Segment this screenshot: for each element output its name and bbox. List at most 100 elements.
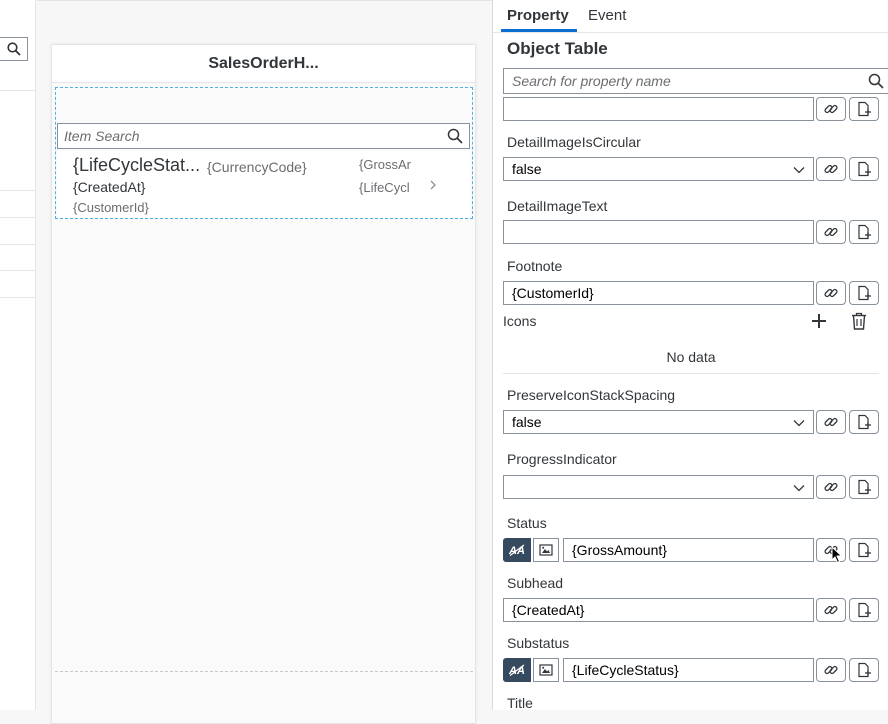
bind-button[interactable] bbox=[816, 97, 846, 121]
add-document-icon bbox=[858, 602, 871, 618]
preserve-icon-stack-spacing-label: PreserveIconStackSpacing bbox=[507, 387, 676, 403]
divider bbox=[55, 671, 473, 672]
substatus-input[interactable]: {LifeCycleStatus} bbox=[563, 658, 814, 682]
add-rule-button[interactable] bbox=[849, 281, 879, 305]
add-rule-button[interactable] bbox=[849, 97, 879, 121]
divider bbox=[0, 90, 36, 91]
detail-image-is-circular-select[interactable]: false bbox=[503, 157, 814, 181]
add-rule-button[interactable] bbox=[849, 658, 879, 682]
phone-preview: SalesOrderH... Item Search {LifeCycleSta… bbox=[51, 44, 476, 724]
add-rule-button[interactable] bbox=[849, 157, 879, 181]
add-rule-button[interactable] bbox=[849, 410, 879, 434]
substatus-label: Substatus bbox=[507, 635, 570, 651]
delete-icon[interactable] bbox=[850, 311, 868, 331]
add-rule-button[interactable] bbox=[849, 538, 879, 562]
icons-no-data: No data bbox=[503, 340, 879, 374]
link-icon bbox=[824, 227, 838, 237]
top-field[interactable] bbox=[503, 97, 814, 121]
search-icon bbox=[868, 73, 884, 89]
detail-image-is-circular-value: false bbox=[512, 161, 542, 177]
text-format-icon: AA bbox=[508, 544, 525, 557]
detail-image-text-label: DetailImageText bbox=[507, 198, 608, 214]
link-icon bbox=[824, 417, 838, 427]
image-icon bbox=[539, 664, 553, 676]
search-icon bbox=[447, 128, 463, 144]
mouse-cursor-icon bbox=[831, 546, 843, 564]
tab-event[interactable]: Event bbox=[588, 7, 626, 24]
detail-image-text-input[interactable] bbox=[503, 220, 814, 244]
left-panel bbox=[0, 0, 36, 710]
image-format-button[interactable] bbox=[533, 658, 559, 682]
text-format-button[interactable]: AA bbox=[503, 658, 531, 682]
bind-button[interactable] bbox=[816, 475, 846, 499]
text-format-icon: AA bbox=[508, 664, 525, 677]
image-format-button[interactable] bbox=[533, 538, 559, 562]
item-subhead: {CreatedAt} bbox=[73, 179, 146, 195]
add-document-icon bbox=[858, 662, 871, 678]
item-title: {LifeCycleStat... bbox=[73, 155, 201, 175]
add-rule-button[interactable] bbox=[849, 220, 879, 244]
footnote-input[interactable]: {CustomerId} bbox=[503, 281, 814, 305]
preserve-icon-stack-spacing-select[interactable]: false bbox=[503, 410, 814, 434]
icons-label: Icons bbox=[503, 313, 537, 329]
divider bbox=[0, 297, 36, 298]
bind-button[interactable] bbox=[816, 658, 846, 682]
item-currency: {CurrencyCode} bbox=[207, 159, 307, 175]
add-document-icon bbox=[858, 101, 871, 117]
image-icon bbox=[539, 544, 553, 556]
item-search-input[interactable]: Item Search bbox=[57, 123, 470, 149]
add-rule-button[interactable] bbox=[849, 598, 879, 622]
text-format-button[interactable]: AA bbox=[503, 538, 531, 562]
bind-button[interactable] bbox=[816, 410, 846, 434]
status-input[interactable]: {GrossAmount} bbox=[563, 538, 814, 562]
bind-button[interactable] bbox=[816, 220, 846, 244]
design-canvas: SalesOrderH... Item Search {LifeCycleSta… bbox=[37, 0, 492, 724]
item-search-placeholder: Item Search bbox=[64, 128, 140, 144]
link-icon bbox=[824, 104, 838, 114]
add-document-icon bbox=[858, 285, 871, 301]
bind-button[interactable] bbox=[816, 157, 846, 181]
panel-title: Object Table bbox=[507, 39, 608, 58]
footnote-label: Footnote bbox=[507, 258, 563, 274]
add-icon[interactable] bbox=[809, 311, 829, 331]
item-substatus: {LifeCycl bbox=[359, 180, 410, 195]
subhead-input[interactable]: {CreatedAt} bbox=[503, 598, 814, 622]
property-panel: Property Event Object Table Search for p… bbox=[492, 0, 888, 711]
detail-image-is-circular-label: DetailImageIsCircular bbox=[507, 134, 641, 150]
add-document-icon bbox=[858, 161, 871, 177]
link-icon bbox=[824, 605, 838, 615]
bind-button[interactable] bbox=[816, 281, 846, 305]
progress-indicator-label: ProgressIndicator bbox=[507, 451, 617, 467]
chevron-right-icon bbox=[430, 180, 436, 190]
divider bbox=[0, 270, 36, 271]
item-footnote: {CustomerId} bbox=[73, 200, 149, 215]
property-search-placeholder: Search for property name bbox=[512, 73, 671, 89]
search-button[interactable] bbox=[0, 37, 28, 61]
progress-indicator-select[interactable] bbox=[503, 475, 814, 499]
bind-button[interactable] bbox=[816, 598, 846, 622]
preserve-icon-stack-spacing-value: false bbox=[512, 414, 542, 430]
link-icon bbox=[824, 665, 838, 675]
search-icon bbox=[6, 42, 21, 56]
add-rule-button[interactable] bbox=[849, 475, 879, 499]
divider bbox=[0, 190, 36, 191]
divider bbox=[37, 0, 492, 1]
subhead-label: Subhead bbox=[507, 575, 564, 591]
link-icon bbox=[824, 288, 838, 298]
chevron-down-icon bbox=[793, 167, 805, 174]
add-document-icon bbox=[858, 414, 871, 430]
add-document-icon bbox=[858, 479, 871, 495]
property-search-input[interactable]: Search for property name bbox=[503, 68, 888, 94]
divider bbox=[0, 244, 36, 245]
add-document-icon bbox=[858, 542, 871, 558]
chevron-down-icon bbox=[793, 485, 805, 492]
list-item[interactable]: {LifeCycleStat... {CurrencyCode} {GrossA… bbox=[57, 151, 470, 217]
page-title: SalesOrderH... bbox=[52, 45, 475, 83]
link-icon bbox=[824, 164, 838, 174]
title-label: Title bbox=[507, 695, 533, 711]
divider bbox=[0, 217, 36, 218]
active-tab-indicator bbox=[501, 29, 577, 32]
tab-property[interactable]: Property bbox=[507, 7, 569, 24]
link-icon bbox=[824, 482, 838, 492]
panel-tabs: Property Event bbox=[493, 0, 888, 33]
